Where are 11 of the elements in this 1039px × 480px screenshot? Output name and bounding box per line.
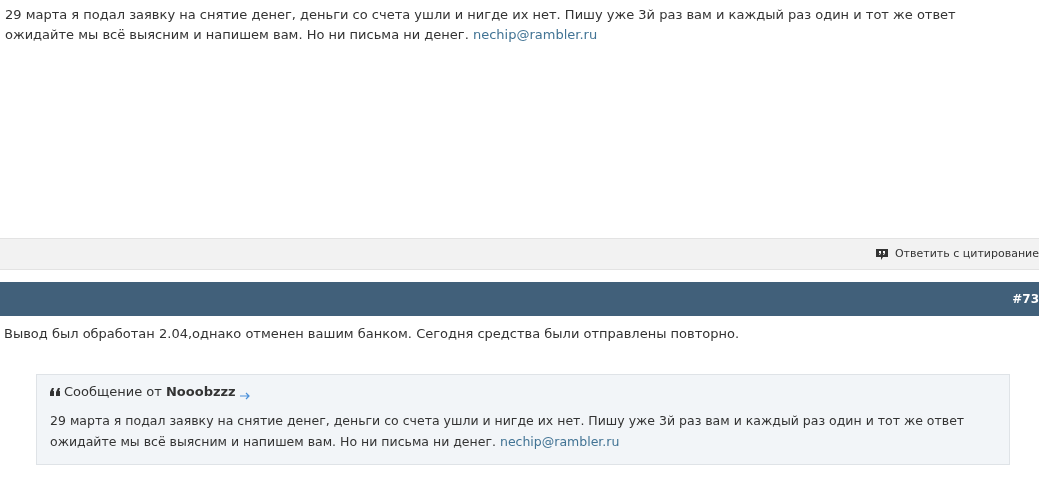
post-number[interactable]: #73	[1012, 290, 1039, 308]
quote-bubble-icon	[875, 248, 888, 260]
email-link[interactable]: nechip@rambler.ru	[472, 27, 598, 42]
post-text: 29 марта я подал заявку на снятие денег, деньги со счета ушли и нигде их нет. Пишу уже 3й раз вам и каждый раз один и тот же ответ ожидайте мы всё выясним и напишем вам. Но ни письма ни денег. nechip@rambler.ru	[4, 6, 957, 44]
email-link[interactable]: nechip@rambler.ru	[499, 433, 620, 449]
quote-text: 29 марта я подал заявку на снятие денег, деньги со счета ушли и нигде их нет. Пишу уже 3й раз вам и каждый раз один и тот же ответ ожидайте мы всё выясним и напишем вам. Но ни письма ни денег. nechip@rambler.ru	[50, 411, 966, 451]
reply-with-quote-button[interactable]: Ответить с цитирование	[875, 245, 1039, 263]
quote-icon	[50, 387, 60, 396]
post-text: Вывод был обработан 2.04,однако отменен вашим банком. Сегодня средства были отправлены повторно.	[3, 325, 741, 343]
quote-author: Сообщение от Nooobzzz	[64, 383, 236, 401]
arrow-icon[interactable]	[239, 391, 251, 400]
